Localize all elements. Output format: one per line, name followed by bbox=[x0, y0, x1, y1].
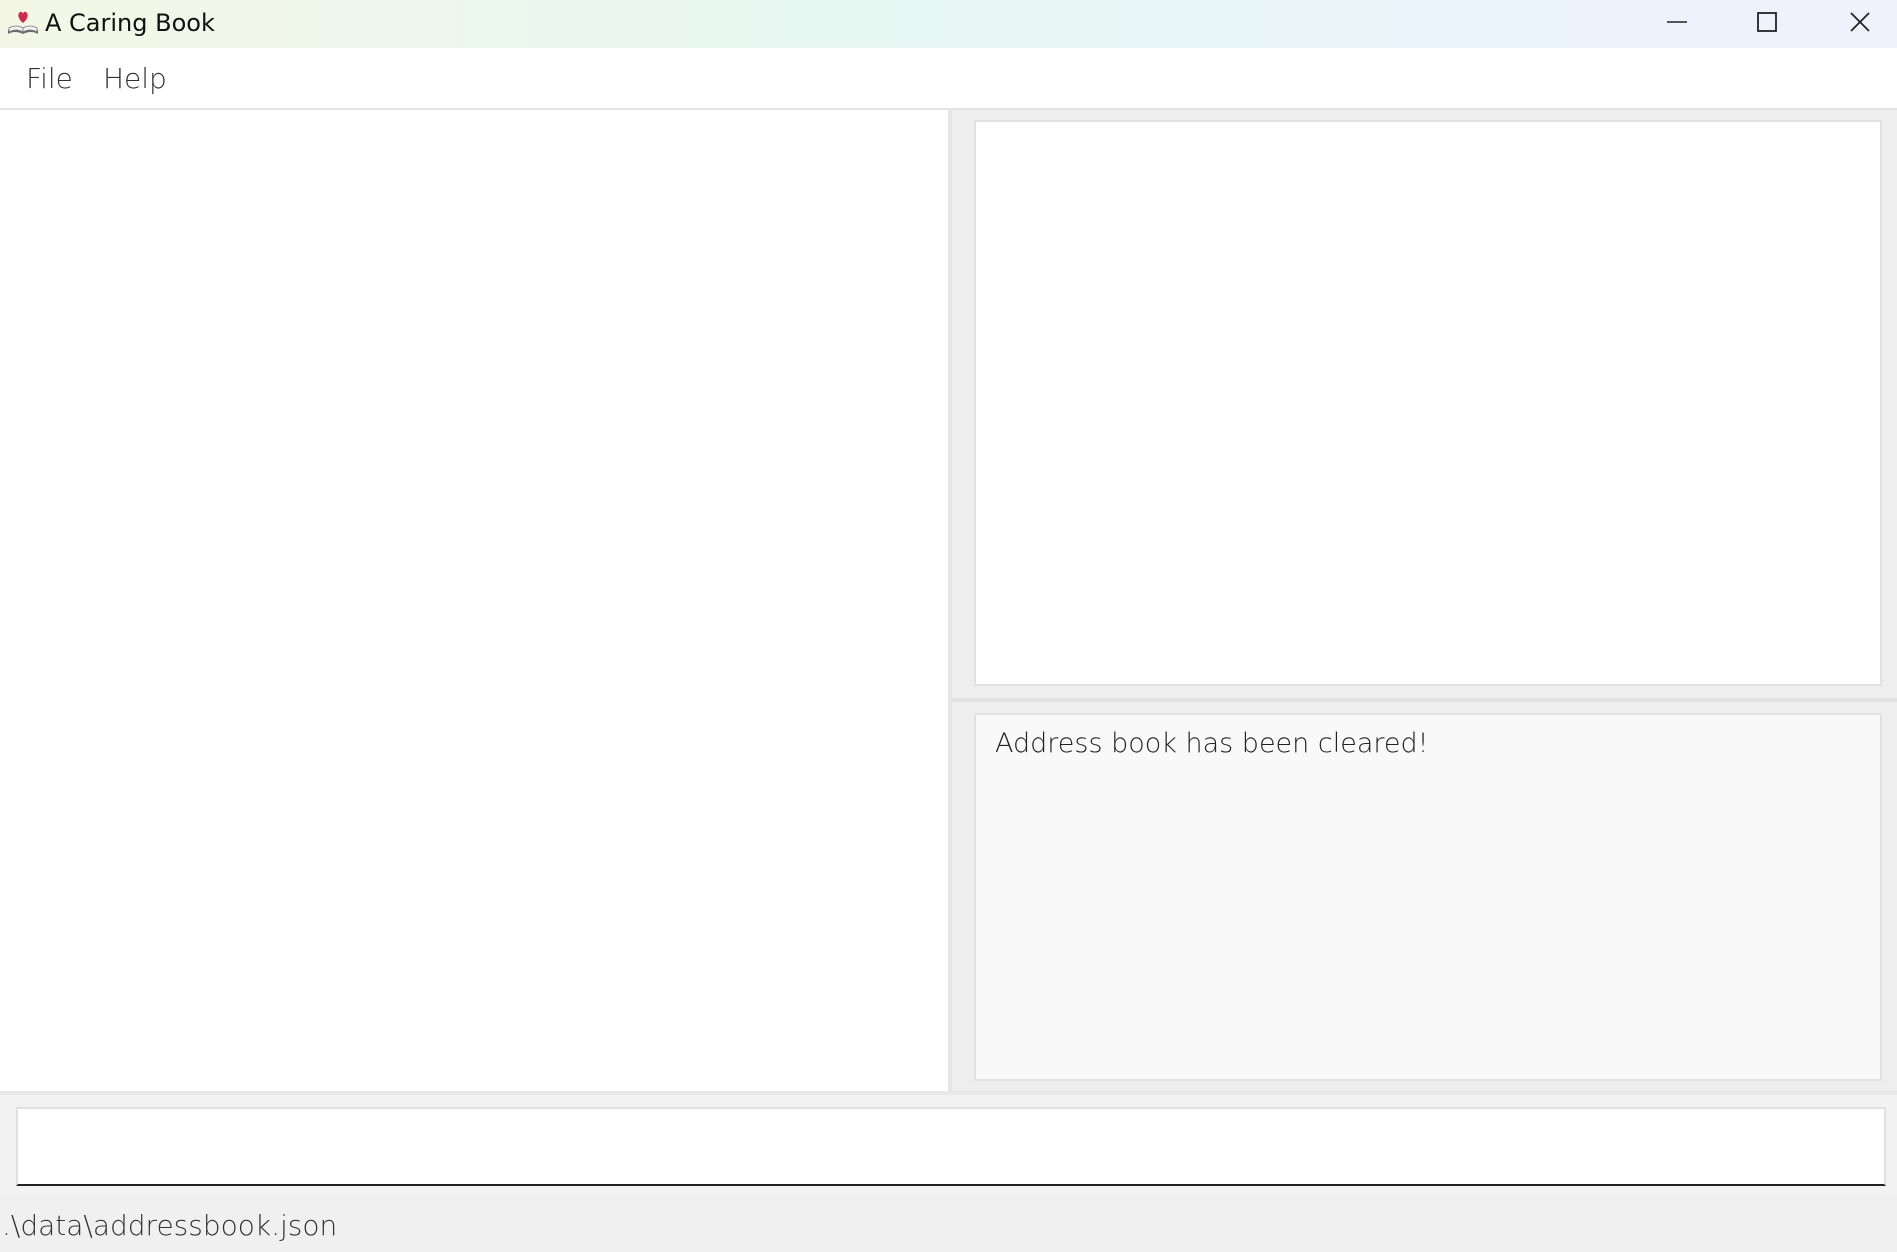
title-bar[interactable]: A Caring Book bbox=[0, 0, 1897, 48]
close-button[interactable] bbox=[1815, 0, 1897, 44]
command-box-area bbox=[0, 1095, 1897, 1193]
detail-panel bbox=[974, 120, 1882, 686]
minimize-button[interactable] bbox=[1632, 0, 1722, 44]
app-window: A Caring Book File Help Address book has… bbox=[0, 0, 1897, 1252]
save-file-path: .\data\addressbook.json bbox=[2, 1209, 338, 1242]
book-heart-icon bbox=[6, 8, 40, 38]
maximize-button[interactable] bbox=[1722, 0, 1812, 44]
horizontal-split-divider[interactable] bbox=[952, 698, 1897, 702]
menu-bar: File Help bbox=[0, 48, 1897, 110]
result-message: Address book has been cleared! bbox=[995, 728, 1429, 759]
person-list-panel[interactable] bbox=[0, 110, 948, 1091]
close-icon bbox=[1850, 12, 1870, 32]
status-bar: .\data\addressbook.json bbox=[0, 1193, 1897, 1252]
menu-file[interactable]: File bbox=[26, 62, 73, 96]
result-display[interactable]: Address book has been cleared! bbox=[974, 713, 1882, 1081]
maximize-icon bbox=[1757, 12, 1777, 32]
window-title: A Caring Book bbox=[45, 9, 215, 37]
command-input[interactable] bbox=[16, 1107, 1886, 1186]
minimize-icon bbox=[1667, 21, 1687, 23]
menu-help[interactable]: Help bbox=[103, 62, 167, 96]
right-panel: Address book has been cleared! bbox=[952, 110, 1897, 1091]
